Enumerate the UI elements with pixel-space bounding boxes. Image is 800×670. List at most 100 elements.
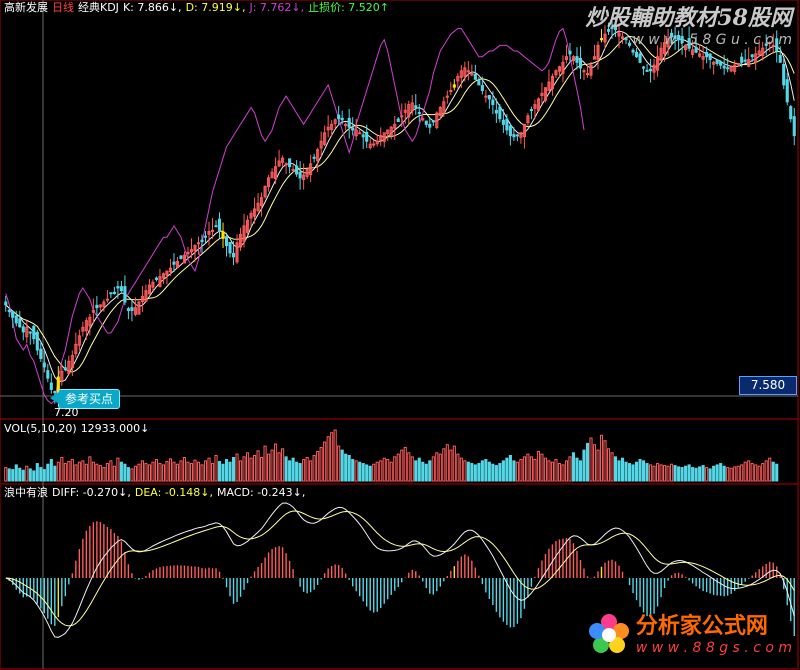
volume-bar — [561, 464, 565, 482]
volume-bar — [596, 449, 600, 482]
ma-lines — [5, 30, 795, 383]
dea-line — [5, 510, 795, 627]
volume-bar — [14, 464, 18, 482]
volume-bar — [147, 464, 151, 482]
volume-bar — [571, 452, 576, 482]
candle-body — [638, 53, 642, 63]
volume-bar — [536, 450, 540, 482]
volume-bar — [200, 464, 204, 482]
volume-bar — [337, 445, 341, 482]
candle-body — [705, 51, 709, 58]
macd-value: MACD: -0.243↓, — [217, 486, 306, 499]
candle-body — [95, 304, 99, 309]
volume-bar — [347, 455, 351, 482]
chart-frame — [0, 0, 799, 670]
stop-loss-value: 止损价: 7.520↑ — [308, 1, 390, 14]
candle-body — [130, 307, 134, 311]
candle-body — [785, 79, 789, 103]
volume-bar — [642, 460, 646, 482]
volume-bar — [768, 457, 772, 482]
volume-bar — [435, 452, 439, 482]
candle-body — [722, 65, 726, 69]
volume-bar — [98, 465, 102, 482]
volume-bar — [631, 464, 635, 482]
volume-bars — [4, 429, 779, 482]
volume-bar — [550, 461, 554, 482]
candle-body — [428, 123, 432, 128]
volume-bar — [375, 461, 379, 482]
volume-bar — [74, 464, 78, 482]
buy-callout-arrow — [50, 392, 59, 404]
ma5-line — [5, 30, 795, 383]
volume-bar — [263, 445, 267, 482]
volume-bar — [382, 457, 386, 482]
volume-bar — [575, 457, 579, 482]
candle-body — [649, 68, 653, 72]
kline-header: 高新发展 日线 经典KDJ K: 7.866↓, D: 7.919↓, J: 7.762↓… — [4, 1, 393, 15]
volume-bar — [529, 456, 533, 482]
candle-body — [224, 237, 229, 247]
candle-body — [473, 73, 477, 80]
period-label[interactable]: 日线 — [52, 1, 74, 14]
candle-body — [35, 331, 39, 351]
volume-bar — [49, 459, 53, 482]
candle-body — [736, 62, 740, 65]
volume-bar — [11, 469, 15, 482]
volume-bar — [88, 456, 92, 482]
volume-bar — [168, 458, 173, 482]
candle-body — [365, 131, 369, 142]
stock-chart[interactable]: 高新发展 日线 经典KDJ K: 7.866↓, D: 7.919↓, J: 7.762↓… — [0, 0, 800, 670]
volume-bar — [137, 463, 141, 482]
candle-body — [719, 61, 723, 66]
volume-bar — [484, 459, 488, 482]
volume-bar — [372, 463, 376, 482]
volume-bar — [634, 461, 639, 482]
volume-bar — [39, 467, 43, 482]
candle-body — [792, 116, 796, 137]
watermark-top-url: w w w . 5 8 G u . c o m — [632, 32, 792, 48]
volume-bar — [666, 465, 670, 482]
volume-bar — [28, 468, 32, 482]
volume-bar — [729, 467, 733, 482]
volume-bar — [407, 452, 411, 482]
low-price-label: 7.20 — [54, 406, 79, 419]
candle-body — [578, 57, 583, 69]
volume-bar — [670, 463, 674, 482]
volume-bar — [726, 467, 730, 482]
candle-body — [750, 54, 754, 58]
volume-bar — [344, 453, 348, 482]
volume-bar — [158, 463, 162, 482]
candle-body — [740, 56, 744, 63]
volume-bar — [396, 453, 400, 482]
candle-body — [498, 106, 502, 120]
volume-bar — [309, 460, 313, 482]
volume-bar — [526, 453, 530, 482]
flower-logo-icon — [586, 612, 632, 658]
stock-name[interactable]: 高新发展 — [4, 1, 48, 14]
volume-bar — [319, 446, 323, 482]
volume-bar — [473, 464, 477, 482]
candle-body — [39, 348, 43, 359]
volume-bar — [260, 457, 264, 482]
volume-bar — [256, 450, 260, 482]
volume-bar — [638, 459, 642, 482]
candle-body — [501, 119, 505, 125]
volume-bar — [547, 460, 551, 482]
volume-bar — [217, 461, 222, 482]
candle-body — [63, 367, 67, 371]
volume-bar — [610, 452, 614, 482]
watermark-top: 炒股輔助教材58股网 w w w . 5 8 G u . c o m — [585, 4, 792, 48]
volume-bar — [659, 464, 663, 482]
volume-bar — [487, 461, 491, 482]
watermark-bottom-url: w w w . 8 8 g s . c o m — [635, 640, 792, 656]
volume-bar — [414, 460, 418, 482]
volume-bar — [505, 457, 509, 482]
volume-bar — [740, 464, 744, 482]
volume-bar — [221, 463, 225, 482]
watermark-bottom-title: 分析家公式网 — [635, 614, 768, 639]
volume-bar — [32, 470, 36, 482]
candle-body — [11, 311, 15, 318]
k-value: K: 7.866↓, — [122, 1, 182, 14]
volume-bar — [196, 461, 201, 482]
volume-bar — [477, 463, 481, 482]
